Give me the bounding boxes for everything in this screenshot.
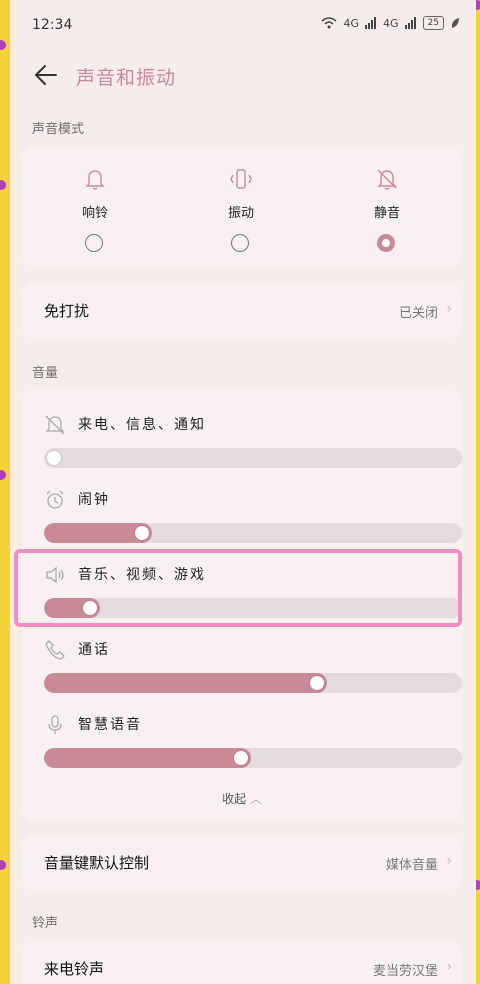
status-time: 12:34 [32, 17, 73, 33]
back-arrow-icon[interactable] [32, 61, 60, 89]
signal-4g-label-2: 4G [383, 16, 399, 30]
settings-screen: 12:34 4G 4G 25 声音和振动 声音模式 响铃 振动 静音 免打扰 已… [10, 0, 476, 984]
slider-knob[interactable] [234, 751, 249, 765]
volume-slider-alarm[interactable] [44, 523, 462, 543]
signal-4g-label: 4G [343, 16, 360, 30]
frame-dot [0, 180, 6, 190]
mode-radio-silent[interactable] [377, 234, 395, 252]
phone-icon [45, 640, 65, 660]
page-header: 声音和振动 [10, 55, 476, 95]
dnd-label: 免打扰 [44, 302, 90, 320]
section-label-ringtone: 铃声 [32, 916, 59, 931]
volume-label: 通话 [78, 642, 110, 658]
collapse-label: 收起 [222, 792, 247, 806]
alarm-clock-icon [46, 490, 64, 509]
battery-indicator: 25 [422, 16, 444, 30]
vibrate-icon [230, 169, 252, 189]
mode-label: 振动 [227, 206, 254, 221]
dnd-row[interactable]: 免打扰 已关闭 › [22, 282, 462, 338]
volume-label: 来电、信息、通知 [78, 417, 206, 433]
chevron-right-icon: › [446, 301, 452, 317]
mode-label: 响铃 [81, 206, 108, 221]
status-bar: 12:34 4G 4G 25 [10, 0, 476, 48]
bell-off-icon [377, 169, 397, 190]
sound-mode-card: 响铃 振动 静音 [22, 146, 462, 268]
slider-knob[interactable] [309, 676, 324, 690]
volume-label: 智慧语音 [78, 717, 142, 733]
volume-key-label: 音量键默认控制 [44, 854, 150, 872]
signal-icon-2 [404, 17, 416, 29]
slider-knob[interactable] [134, 526, 149, 540]
signal-icon [365, 17, 377, 29]
mode-radio-ring[interactable] [85, 234, 103, 252]
mode-radio-vibrate[interactable] [231, 234, 249, 252]
frame-dot [0, 860, 6, 870]
incoming-ringtone-label: 来电铃声 [44, 960, 105, 978]
wifi-icon [321, 17, 337, 29]
mode-label: 静音 [373, 206, 400, 221]
collapse-button[interactable]: 收起 ︿ [22, 790, 462, 807]
incoming-ringtone-value: 麦当劳汉堡 [372, 964, 438, 979]
volume-label: 闹钟 [78, 492, 110, 508]
slider-knob[interactable] [47, 451, 61, 465]
media-volume-highlight [14, 549, 462, 627]
page-title: 声音和振动 [76, 67, 177, 89]
slider-fill [44, 748, 252, 768]
frame-dot [0, 470, 6, 480]
bell-off-icon [45, 415, 65, 435]
volume-slider-call[interactable] [44, 673, 462, 693]
section-label-sound-mode: 声音模式 [32, 122, 85, 137]
status-icons: 4G 4G 25 [321, 16, 460, 30]
volume-key-row[interactable]: 音量键默认控制 媒体音量 › [22, 834, 462, 890]
chevron-right-icon: › [446, 959, 452, 975]
frame-dot [0, 40, 6, 50]
section-label-volume: 音量 [32, 366, 59, 381]
chevron-up-icon: ︿ [249, 792, 262, 806]
bell-icon [85, 170, 105, 190]
incoming-ringtone-row[interactable]: 来电铃声 麦当劳汉堡 › [22, 940, 462, 984]
volume-slider-voice-assistant[interactable] [44, 748, 462, 768]
volume-key-value: 媒体音量 [385, 858, 438, 873]
slider-fill [44, 673, 327, 693]
chevron-right-icon: › [446, 853, 452, 869]
leaf-icon [451, 18, 459, 28]
volume-slider-notification[interactable] [44, 448, 462, 468]
dnd-value: 已关闭 [398, 306, 438, 321]
microphone-icon [48, 715, 62, 734]
